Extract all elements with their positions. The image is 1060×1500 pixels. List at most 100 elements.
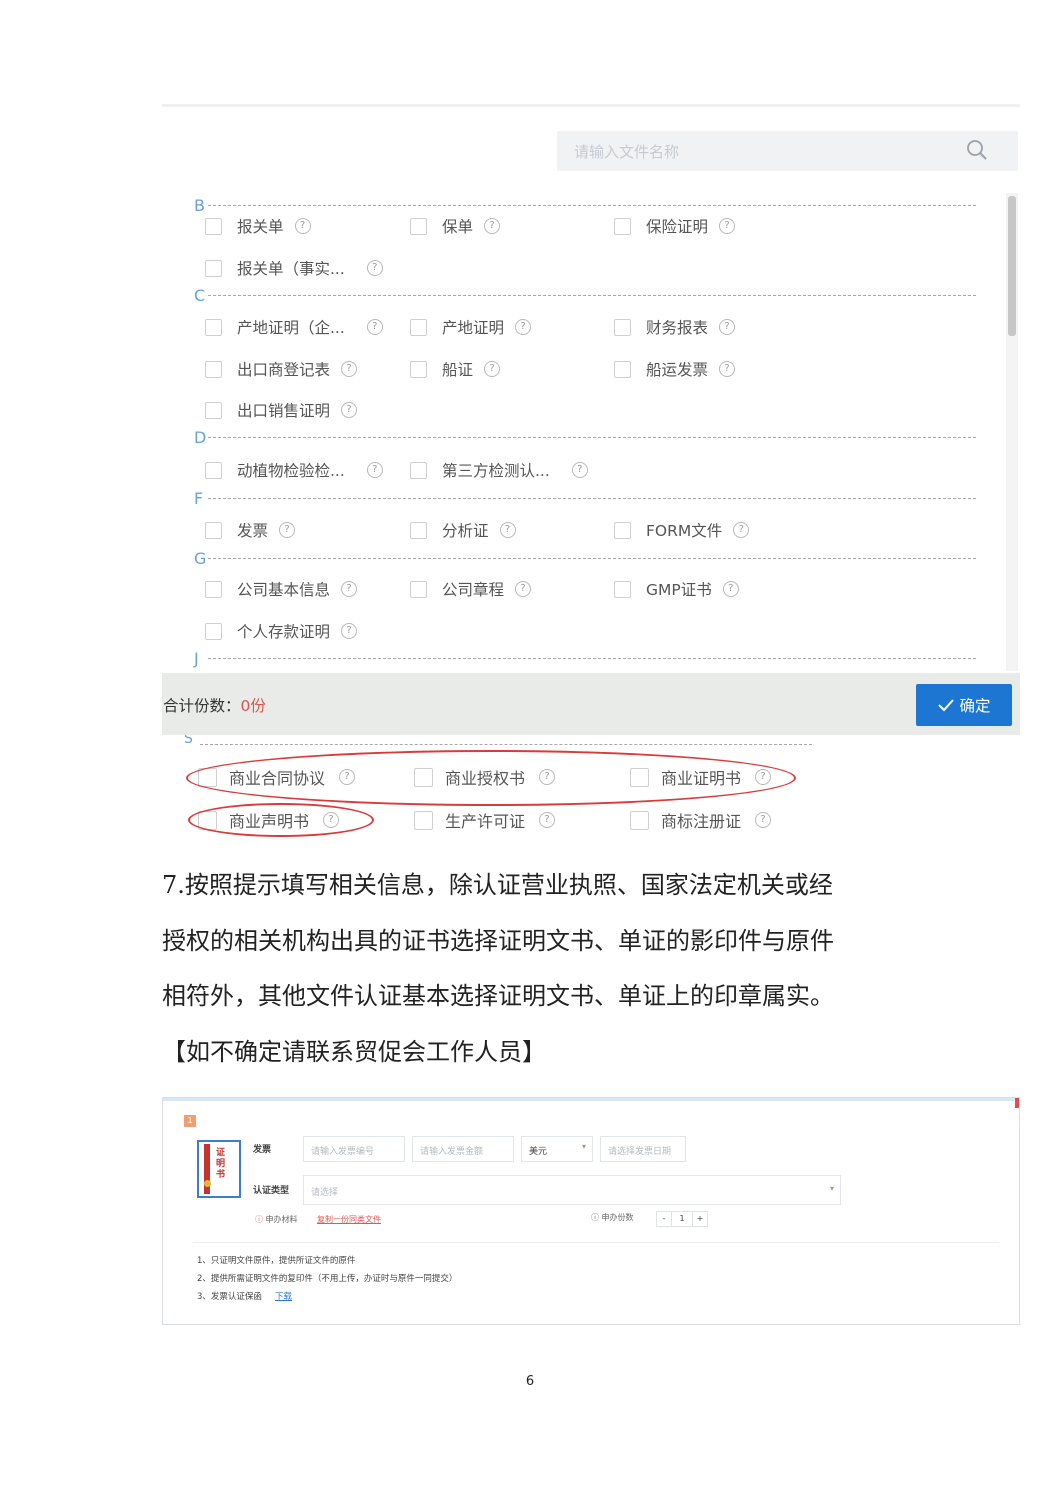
checkbox-item[interactable]: 动植物检验检...? [205, 459, 383, 481]
item-label: 保险证明 [646, 218, 709, 236]
checkbox[interactable] [614, 521, 631, 539]
item-label: 动植物检验检... [237, 462, 345, 480]
help-icon[interactable]: ? [366, 260, 383, 276]
help-icon[interactable]: ? [341, 402, 358, 418]
checkbox[interactable] [410, 217, 427, 235]
help-icon[interactable]: ? [719, 218, 736, 234]
help-icon[interactable]: ? [341, 361, 358, 377]
checkbox-item[interactable]: 产地证明（企...? [205, 316, 383, 338]
checkbox-item[interactable]: 生产许可证? [414, 809, 556, 831]
search-placeholder: 请输入文件名称 [574, 143, 680, 161]
checkbox[interactable] [410, 318, 427, 336]
checkbox[interactable] [410, 580, 427, 598]
checkbox[interactable] [410, 461, 427, 479]
minus-button[interactable]: - [657, 1212, 672, 1226]
checkbox-item[interactable]: 个人存款证明? [205, 620, 358, 642]
checkbox-item[interactable]: 分析证? [410, 519, 516, 541]
checkbox-item[interactable]: FORM文件? [614, 519, 750, 541]
help-icon[interactable]: ? [341, 581, 358, 597]
item-label: 公司基本信息 [237, 581, 331, 599]
form-corner-mark [1015, 1098, 1019, 1108]
scrollbar-thumb[interactable] [1008, 196, 1016, 336]
plus-button[interactable]: + [692, 1212, 707, 1226]
help-icon[interactable]: ? [755, 812, 772, 828]
checkbox-item[interactable]: 出口商登记表? [205, 358, 358, 380]
checkbox[interactable] [205, 622, 222, 640]
currency-select[interactable]: 美元 ▾ [521, 1136, 593, 1162]
item-label: 公司章程 [442, 581, 505, 599]
help-icon[interactable]: ? [341, 623, 358, 639]
checkbox-item[interactable]: 第三方检测认...? [410, 459, 588, 481]
checkbox-item[interactable]: 保险证明? [614, 215, 736, 237]
section-letter-b: B [194, 196, 205, 215]
checkbox-item[interactable]: 船运发票? [614, 358, 736, 380]
checkbox[interactable] [205, 401, 222, 419]
checkbox-item[interactable]: 报关单（事实...? [205, 257, 383, 279]
help-icon[interactable]: ? [722, 581, 739, 597]
help-icon[interactable]: ? [366, 319, 383, 335]
checkbox[interactable] [630, 810, 649, 830]
help-icon[interactable]: ? [484, 218, 501, 234]
help-icon[interactable]: ? [366, 462, 383, 478]
materials-label: 申办材料 [265, 1215, 298, 1224]
help-icon[interactable]: ? [719, 319, 736, 335]
checkbox-item[interactable]: 保单? [410, 215, 501, 237]
checkbox-item[interactable]: 报关单? [205, 215, 311, 237]
checkbox[interactable] [614, 360, 631, 378]
help-icon[interactable]: ? [499, 522, 516, 538]
checkbox[interactable] [614, 318, 631, 336]
help-icon[interactable]: ? [539, 812, 556, 828]
checkbox-item[interactable]: 产地证明? [410, 316, 532, 338]
checkbox[interactable] [414, 810, 433, 830]
section-letter-f: F [194, 489, 204, 508]
checkbox-item[interactable]: 商标注册证? [630, 809, 772, 831]
checkbox-item[interactable]: 财务报表? [614, 316, 736, 338]
help-icon[interactable]: ? [571, 462, 588, 478]
download-link[interactable]: 下载 [275, 1290, 292, 1302]
cert-type-select[interactable]: 请选择 ▾ [303, 1175, 841, 1205]
help-icon[interactable]: ? [719, 361, 736, 377]
highlight-ellipse [186, 750, 796, 806]
confirm-button[interactable]: 确定 [916, 684, 1012, 726]
checkbox-item[interactable]: 出口销售证明? [205, 399, 358, 421]
copy-file-link[interactable]: 复制一份同类文件 [317, 1214, 381, 1225]
item-label: 分析证 [442, 522, 489, 540]
checkbox[interactable] [205, 580, 222, 598]
checkbox[interactable] [614, 217, 631, 235]
copies-value[interactable]: 1 [672, 1212, 692, 1226]
instruction-line: 相符外，其他文件认证基本选择证明文书、单证上的印章属实。 [162, 982, 834, 1010]
help-icon[interactable]: ? [294, 218, 311, 234]
help-icon[interactable]: ⓘ [591, 1213, 599, 1222]
checkbox[interactable] [205, 259, 222, 277]
checkbox[interactable] [205, 217, 222, 235]
search-icon[interactable] [965, 138, 989, 162]
checkbox-item[interactable]: 公司基本信息? [205, 578, 358, 600]
section-letter-g: G [194, 549, 207, 568]
checkbox[interactable] [205, 318, 222, 336]
help-icon[interactable]: ? [733, 522, 750, 538]
checkbox[interactable] [614, 580, 631, 598]
checkbox-item[interactable]: 船证? [410, 358, 501, 380]
section-divider [208, 498, 976, 499]
invoice-number-input[interactable]: 请输入发票编号 [303, 1136, 405, 1162]
item-label: 商标注册证 [661, 812, 742, 831]
help-icon[interactable]: ? [279, 522, 296, 538]
section-divider [200, 744, 812, 745]
checkbox[interactable] [410, 521, 427, 539]
help-icon[interactable]: ? [515, 581, 532, 597]
invoice-date-input[interactable]: 请选择发票日期 [600, 1136, 686, 1162]
search-box[interactable]: 请输入文件名称 [557, 131, 1018, 171]
checkbox-item[interactable]: GMP证书? [614, 578, 739, 600]
checkbox[interactable] [205, 461, 222, 479]
checkbox[interactable] [410, 360, 427, 378]
copies-label: 申办份数 [601, 1213, 634, 1222]
copies-stepper[interactable]: - 1 + [656, 1211, 708, 1227]
invoice-amount-input[interactable]: 请输入发票金额 [412, 1136, 514, 1162]
checkbox[interactable] [205, 360, 222, 378]
help-icon[interactable]: ? [484, 361, 501, 377]
checkbox-item[interactable]: 公司章程? [410, 578, 532, 600]
item-label: 第三方检测认... [442, 462, 550, 480]
help-icon[interactable]: ? [515, 319, 532, 335]
checkbox[interactable] [205, 521, 222, 539]
checkbox-item[interactable]: 发票? [205, 519, 296, 541]
